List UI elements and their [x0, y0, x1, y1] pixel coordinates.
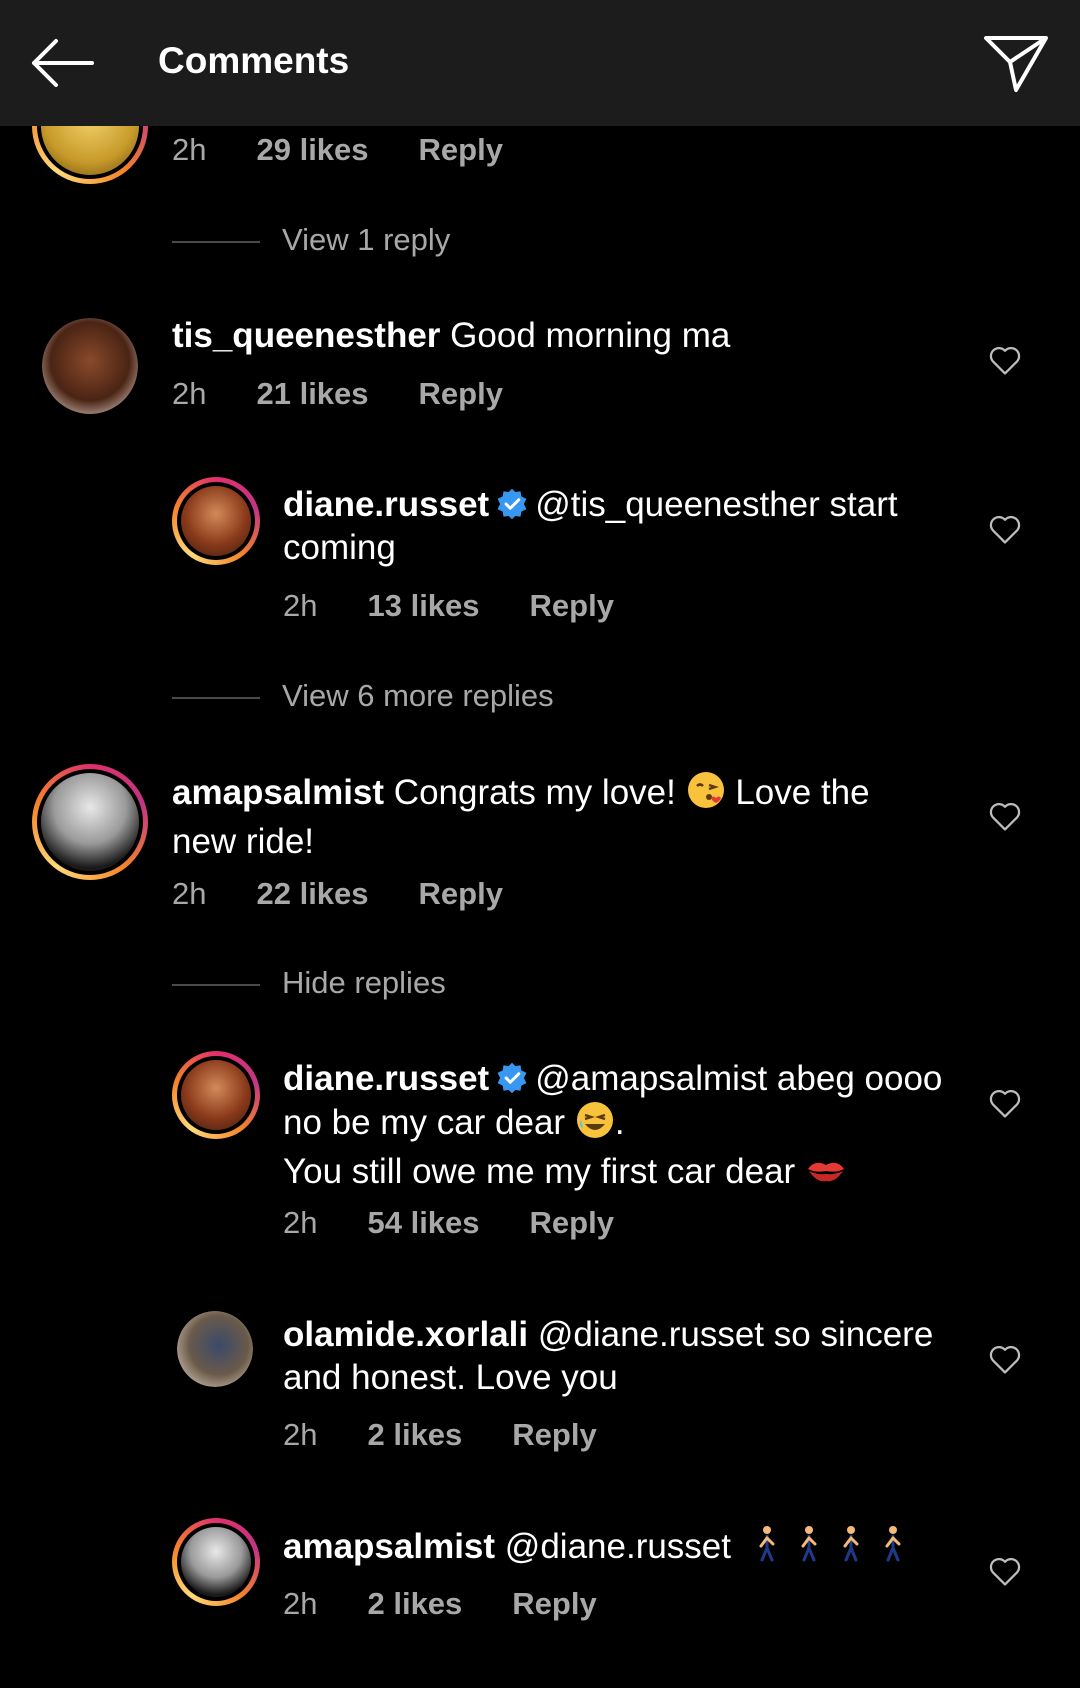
verified-badge-icon [497, 488, 527, 520]
comment-meta: 2h 2 likes Reply [283, 1417, 597, 1453]
hide-replies-button[interactable]: Hide replies [172, 965, 446, 1001]
avatar[interactable] [172, 1518, 260, 1606]
comment-likes[interactable]: 2 likes [367, 1417, 462, 1453]
comment-time: 2h [172, 132, 207, 167]
reply-button[interactable]: Reply [530, 588, 614, 624]
back-arrow-icon[interactable] [26, 30, 98, 96]
comment-likes[interactable]: 2 likes [367, 1586, 462, 1622]
comment-meta: 2h 2 likes Reply [283, 1586, 597, 1622]
comment-time: 2h [283, 1586, 318, 1621]
avatar[interactable] [172, 1051, 260, 1139]
comment-time: 2h [283, 588, 318, 623]
comment-meta: 2h 29 likes Reply [172, 132, 503, 168]
comment-meta: 2h 54 likes Reply [283, 1205, 614, 1241]
comment-meta: 2h 21 likes Reply [172, 376, 503, 412]
reply-button[interactable]: Reply [419, 876, 503, 912]
comment-likes[interactable]: 54 likes [367, 1205, 479, 1241]
username[interactable]: amapsalmist [172, 773, 384, 812]
avatar[interactable] [172, 477, 260, 565]
kissing-face-emoji [686, 770, 726, 820]
comment-text: tis_queenesther Good morning ma [172, 316, 731, 355]
username[interactable]: amapsalmist [283, 1527, 495, 1566]
mention[interactable]: @diane.russet [538, 1315, 764, 1354]
comment-text: amapsalmist Congrats my love! Love the n… [172, 770, 922, 863]
heart-icon[interactable] [988, 800, 1022, 832]
avatar[interactable] [177, 1311, 253, 1387]
divider [172, 983, 260, 986]
reply-button[interactable]: Reply [419, 376, 503, 412]
comment-text: olamide.xorlali @diane.russet so sincere… [283, 1315, 934, 1397]
comment-likes[interactable]: 29 likes [256, 132, 368, 168]
divider [172, 696, 260, 699]
kiss-mark-emoji [805, 1153, 847, 1199]
view-replies-button[interactable]: View 6 more replies [172, 678, 554, 714]
mention[interactable]: @tis_queenesther [535, 485, 820, 524]
view-replies-button[interactable]: View 1 reply [172, 222, 450, 258]
username[interactable]: olamide.xorlali [283, 1315, 528, 1354]
comment-text: diane.russet @tis_queenesther start comin… [283, 485, 898, 567]
heart-icon[interactable] [988, 1087, 1022, 1119]
comment-likes[interactable]: 21 likes [256, 376, 368, 412]
comment-time: 2h [283, 1417, 318, 1452]
comment-meta: 2h 13 likes Reply [283, 588, 614, 624]
comment-time: 2h [172, 376, 207, 411]
username[interactable]: tis_queenesther [172, 316, 440, 355]
comment-time: 2h [283, 1205, 318, 1240]
mention[interactable]: @amapsalmist [535, 1059, 767, 1098]
reply-button[interactable]: Reply [530, 1205, 614, 1241]
walking-man-emoji [751, 1524, 931, 1574]
comment-likes[interactable]: 13 likes [367, 588, 479, 624]
divider [172, 240, 260, 243]
top-bar: Comments [0, 0, 1080, 126]
avatar[interactable] [42, 318, 138, 414]
comment-text: diane.russet @amapsalmist abeg oooo no be… [283, 1057, 963, 1199]
mention[interactable]: @diane.russet [505, 1527, 731, 1566]
page-title: Comments [158, 40, 350, 81]
laughing-face-emoji [575, 1100, 615, 1150]
verified-badge-icon [497, 1062, 527, 1094]
comment-meta: 2h 22 likes Reply [172, 876, 503, 912]
comment-likes[interactable]: 22 likes [256, 876, 368, 912]
username[interactable]: diane.russet [283, 1059, 489, 1098]
reply-button[interactable]: Reply [419, 132, 503, 168]
reply-button[interactable]: Reply [512, 1586, 596, 1622]
heart-icon[interactable] [988, 1555, 1022, 1587]
comments-list: 2h 29 likes Reply View 1 reply tis_queenes… [0, 0, 1080, 1688]
heart-icon[interactable] [988, 513, 1022, 545]
reply-button[interactable]: Reply [512, 1417, 596, 1453]
comment-time: 2h [172, 876, 207, 911]
comment-text: amapsalmist @diane.russet [283, 1524, 963, 1574]
heart-icon[interactable] [988, 344, 1022, 376]
send-icon[interactable] [982, 30, 1050, 96]
username[interactable]: diane.russet [283, 485, 489, 524]
avatar[interactable] [32, 764, 148, 880]
heart-icon[interactable] [988, 1343, 1022, 1375]
